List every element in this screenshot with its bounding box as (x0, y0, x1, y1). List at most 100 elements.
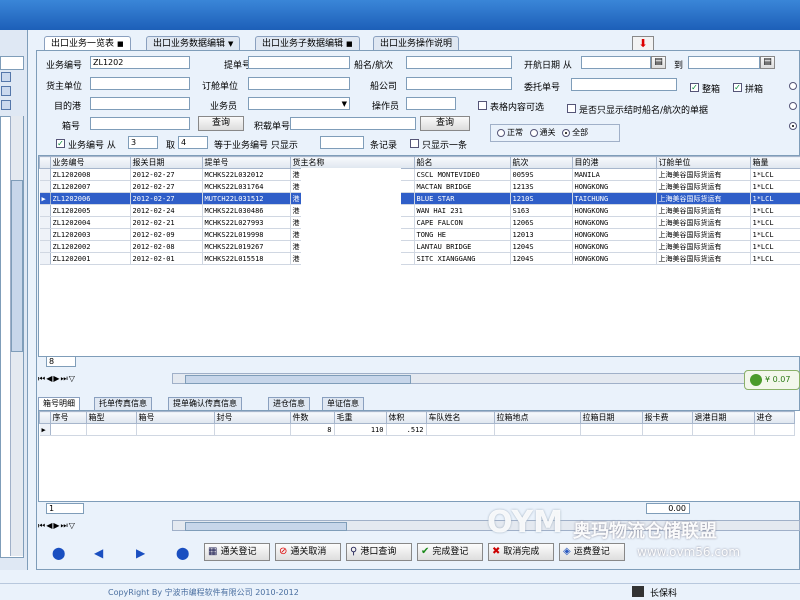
download-arrow-button[interactable]: ⬇ (632, 36, 654, 51)
entrust-no-input[interactable] (571, 78, 677, 91)
column-header[interactable]: 报卡费 (641, 411, 693, 424)
only-one-checkbox[interactable] (410, 139, 419, 148)
side-radio[interactable] (789, 122, 797, 130)
column-header[interactable]: 件数 (289, 411, 335, 424)
row-indicator[interactable] (39, 252, 51, 265)
tray-icon[interactable] (632, 586, 644, 597)
last-record-icon[interactable]: ⏭ (61, 521, 69, 530)
from-input[interactable]: 3 (128, 136, 158, 149)
column-header[interactable]: 毛重 (333, 411, 387, 424)
booking-no-input[interactable] (290, 117, 416, 130)
column-header[interactable]: 报关日期 (129, 156, 203, 169)
table-row[interactable]: ▶ ZL1202006 2012-02-27 MUTCH22L031512 港 BLUE … (39, 192, 800, 205)
last-record-icon[interactable]: ⏭ (61, 374, 69, 383)
scroll-thumb[interactable] (185, 522, 347, 531)
row-indicator[interactable] (39, 216, 51, 229)
sailing-date-from-input[interactable] (581, 56, 651, 69)
main-grid-hscrollbar[interactable] (172, 373, 800, 384)
left-panel-input[interactable] (0, 56, 24, 70)
ship-voyage-input[interactable] (406, 56, 512, 69)
column-header[interactable]: 箱号 (135, 411, 215, 424)
tab-warehouse-info[interactable]: 进仓信息 (268, 397, 310, 410)
column-header[interactable]: 拉箱日期 (579, 411, 643, 424)
column-header[interactable]: 拉箱地点 (493, 411, 581, 424)
box-no-input[interactable] (90, 117, 190, 130)
table-row[interactable]: ZL1202008 2012-02-27 MCHKS22L032012 港 CSCL M… (39, 168, 800, 181)
booking-unit-input[interactable] (248, 77, 350, 90)
table-row[interactable]: ZL1202002 2012-02-08 MCHKS22L019267 港 LANTAU… (39, 240, 800, 253)
amount-badge[interactable]: ¥ 0.07 (744, 370, 800, 390)
take-input[interactable]: 4 (178, 136, 208, 149)
column-header[interactable]: 货主名称 (289, 156, 415, 169)
left-panel-button-icon[interactable] (1, 72, 11, 82)
scroll-thumb[interactable] (185, 375, 411, 384)
left-panel-button-icon[interactable] (1, 86, 11, 96)
column-header[interactable]: 箱量 (749, 156, 800, 169)
container-detail-grid[interactable]: 序号 箱型 箱号 封号 件数 毛重 体积 车队姓名 拉箱地点 拉箱日期 报卡费 退港日期 进仓 ▶ 8 11… (38, 410, 800, 502)
record-navigator[interactable]: ⏮◀▶⏭▽ (38, 373, 76, 385)
query-button[interactable]: 查询 (198, 116, 244, 131)
column-header[interactable]: 订舱单位 (655, 156, 751, 169)
consignor-input[interactable] (90, 77, 190, 90)
table-row[interactable]: ▶ 8 110.512 (39, 423, 795, 436)
customs-radio[interactable] (529, 128, 538, 137)
column-header[interactable]: 提单号 (201, 156, 291, 169)
row-indicator[interactable] (39, 204, 51, 217)
business-no-input[interactable]: ZL1202 (90, 56, 190, 69)
sailing-date-to-input[interactable] (688, 56, 760, 69)
column-header[interactable]: 封号 (213, 411, 291, 424)
next-record-icon[interactable]: ▶ (53, 521, 60, 530)
salesman-select[interactable]: ▼ (248, 97, 350, 110)
port-query-button[interactable]: ⚲ 港口查询 (346, 543, 412, 561)
first-record-icon[interactable]: ⏮ (38, 374, 46, 383)
export-business-grid[interactable]: 业务编号 报关日期 提单号 货主名称 船名 航次 目的港 订舱单位 箱量 ZL1… (38, 155, 800, 357)
tab-document-info[interactable]: 单证信息 (322, 397, 364, 410)
next-record-icon[interactable]: ▶ (53, 374, 60, 383)
prev-page-icon[interactable]: ◀ (94, 546, 103, 560)
tab-bill-fax[interactable]: 提单确认传真信息 (168, 397, 242, 410)
normal-radio[interactable] (497, 128, 505, 137)
lcl-checkbox[interactable]: ✓ (733, 83, 742, 92)
left-panel-button-icon[interactable] (1, 100, 11, 110)
side-radio[interactable] (789, 102, 797, 110)
calendar-icon[interactable]: ▤ (651, 56, 666, 69)
row-indicator[interactable] (39, 228, 51, 241)
table-row[interactable]: ZL1202007 2012-02-27 MCHKS22L031764 港 MACTAN… (39, 180, 800, 193)
table-row[interactable]: ZL1202005 2012-02-24 MCHKS22L030486 港 WAN HA… (39, 204, 800, 217)
tab-close-icon[interactable]: ■ (117, 40, 124, 48)
last-page-icon[interactable]: ⬤ (176, 546, 189, 560)
column-header[interactable]: 车队姓名 (425, 411, 495, 424)
query-button-2[interactable]: 查询 (420, 116, 470, 131)
column-header[interactable]: 目的港 (571, 156, 657, 169)
whole-box-checkbox[interactable]: ✓ (690, 83, 699, 92)
column-header[interactable]: 船名 (413, 156, 511, 169)
destination-input[interactable] (90, 97, 190, 110)
shipping-co-input[interactable] (406, 77, 512, 90)
table-row[interactable]: ZL1202004 2012-02-21 MCHKS22L027993 港 CAPE F… (39, 216, 800, 229)
first-record-icon[interactable]: ⏮ (38, 521, 46, 530)
row-indicator[interactable] (39, 240, 51, 253)
biz-no-filter-checkbox[interactable]: ✓ (56, 139, 65, 148)
row-indicator[interactable] (39, 168, 51, 181)
customs-cancel-button[interactable]: ⊘ 通关取消 (275, 543, 341, 561)
first-page-icon[interactable]: ⬤ (52, 546, 65, 560)
column-header[interactable]: 序号 (49, 411, 87, 424)
table-row[interactable]: ZL1202001 2012-02-01 MCHKS22L015518 港 SITC X… (39, 252, 800, 265)
row-indicator[interactable] (39, 180, 51, 193)
bill-no-input[interactable] (248, 56, 350, 69)
calendar-icon[interactable]: ▤ (760, 56, 775, 69)
column-header[interactable]: 箱型 (85, 411, 137, 424)
operator-input[interactable] (406, 97, 456, 110)
column-header[interactable]: 退港日期 (691, 411, 755, 424)
table-content-checkbox[interactable] (478, 101, 487, 110)
tab-booking-fax[interactable]: 托单传真信息 (94, 397, 152, 410)
left-panel-scroll-thumb[interactable] (11, 180, 23, 352)
customs-reg-button[interactable]: ▦ 通关登记 (204, 543, 270, 561)
detail-record-navigator[interactable]: ⏮◀▶⏭▽ (38, 520, 76, 532)
tab-close-icon[interactable]: ■ (346, 40, 353, 48)
filter-icon[interactable]: ▽ (69, 374, 76, 383)
all-radio[interactable] (562, 128, 571, 137)
tab-container-detail[interactable]: 箱号明细 (38, 397, 80, 410)
column-header[interactable]: 体积 (385, 411, 427, 424)
column-header[interactable]: 航次 (509, 156, 573, 169)
